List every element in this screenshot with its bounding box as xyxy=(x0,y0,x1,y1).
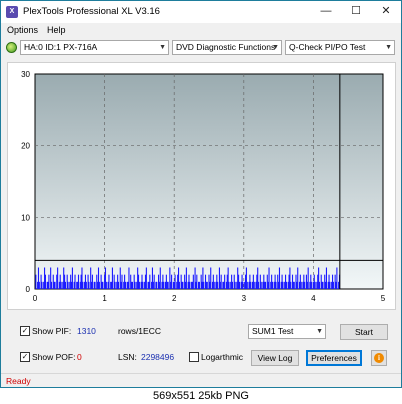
x-tick-label: 4 xyxy=(311,294,316,303)
app-window: X PlexTools Professional XL V3.16 — ☐ ✕ … xyxy=(0,0,402,388)
x-tick-label: 2 xyxy=(172,294,177,303)
chevron-down-icon: ▼ xyxy=(316,328,323,335)
x-tick-label: 5 xyxy=(381,294,386,303)
preferences-button[interactable]: Preferences xyxy=(306,350,362,366)
test-select-value: Q-Check PI/PO Test xyxy=(289,42,366,52)
close-icon[interactable]: ✕ xyxy=(371,1,401,23)
lsn-value: 2298496 xyxy=(141,352,175,362)
info-button[interactable]: i xyxy=(371,350,387,366)
logarithmic-checkbox[interactable] xyxy=(189,352,199,362)
drive-select[interactable]: HA:0 ID:1 PX-716A ▼ xyxy=(20,40,169,55)
show-pif-checkbox[interactable]: ✓ xyxy=(20,326,30,336)
pof-value: 0 xyxy=(77,352,82,362)
drive-status-icon xyxy=(6,42,17,53)
info-icon: i xyxy=(374,353,384,363)
logarithmic-label: Logarthmic xyxy=(201,352,244,362)
menu-help[interactable]: Help xyxy=(47,25,66,35)
plot-area xyxy=(34,73,384,290)
y-tick-label: 0 xyxy=(26,285,31,294)
minimize-icon[interactable]: — xyxy=(311,1,341,23)
chevron-down-icon: ▼ xyxy=(272,44,279,51)
function-select[interactable]: DVD Diagnostic Functions ▼ xyxy=(172,40,282,55)
lsn-label: LSN: xyxy=(118,352,137,362)
controls-panel: ✓ Show PIF: 1310 rows/1ECC SUM1 Test ▼ S… xyxy=(1,315,401,373)
y-tick-label: 10 xyxy=(21,213,30,222)
function-select-value: DVD Diagnostic Functions xyxy=(176,42,276,52)
show-pof-checkbox[interactable]: ✓ xyxy=(20,352,30,362)
rows-label: rows/1ECC xyxy=(118,326,161,336)
x-tick-label: 1 xyxy=(102,294,107,303)
window-title: PlexTools Professional XL V3.16 xyxy=(23,6,160,17)
drive-select-value: HA:0 ID:1 PX-716A xyxy=(24,42,98,52)
show-pof-label: Show POF: xyxy=(32,352,76,362)
x-tick-label: 0 xyxy=(33,294,38,303)
sum-test-select[interactable]: SUM1 Test ▼ xyxy=(248,324,326,339)
y-tick-label: 30 xyxy=(21,70,30,79)
chart-canvas: 0 1 2 3 4 5 0 10 20 30 xyxy=(21,70,386,303)
status-bar: Ready xyxy=(1,373,401,387)
chevron-down-icon: ▼ xyxy=(385,44,392,51)
pi-chart: 0 1 2 3 4 5 0 10 20 30 xyxy=(7,62,396,310)
show-pif-label: Show PIF: xyxy=(32,326,72,336)
menu-bar: Options Help xyxy=(1,23,401,38)
sum-test-value: SUM1 Test xyxy=(252,326,294,336)
app-icon: X xyxy=(6,6,18,18)
title-bar: X PlexTools Professional XL V3.16 — ☐ ✕ xyxy=(1,1,401,23)
view-log-button[interactable]: View Log xyxy=(251,350,299,366)
start-button[interactable]: Start xyxy=(340,324,388,340)
y-tick-label: 20 xyxy=(21,142,30,151)
x-tick-label: 3 xyxy=(242,294,247,303)
test-select[interactable]: Q-Check PI/PO Test ▼ xyxy=(285,40,395,55)
menu-options[interactable]: Options xyxy=(7,25,38,35)
image-caption: 569x551 25kb PNG xyxy=(0,388,402,404)
chevron-down-icon: ▼ xyxy=(159,44,166,51)
toolbar: HA:0 ID:1 PX-716A ▼ DVD Diagnostic Funct… xyxy=(1,38,401,58)
pif-value: 1310 xyxy=(77,326,96,336)
status-text: Ready xyxy=(6,376,31,386)
maximize-icon[interactable]: ☐ xyxy=(341,1,371,23)
